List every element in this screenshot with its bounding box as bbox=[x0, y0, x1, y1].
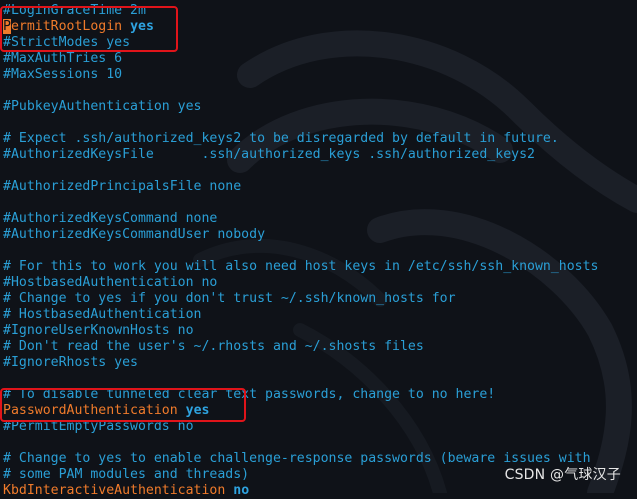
config-line: PermitRootLogin yes bbox=[3, 19, 154, 35]
config-line: #HostbasedAuthentication no bbox=[3, 275, 218, 290]
config-line: #AuthorizedPrincipalsFile none bbox=[3, 179, 242, 194]
config-line: # Change to yes if you don't trust ~/.ss… bbox=[3, 291, 456, 306]
directive-key: KbdInteractiveAuthentication bbox=[3, 483, 226, 498]
config-line: # HostbasedAuthentication bbox=[3, 307, 202, 322]
directive-key: ermitRootLogin bbox=[10, 19, 123, 34]
config-line: #MaxAuthTries 6 bbox=[3, 51, 123, 66]
config-line: # Expect .ssh/authorized_keys2 to be dis… bbox=[3, 131, 559, 146]
config-line: #AuthorizedKeysCommand none bbox=[3, 211, 218, 226]
config-line: #AuthorizedKeysFile .ssh/authorized_keys… bbox=[3, 147, 535, 162]
directive-value: yes bbox=[130, 19, 154, 34]
config-line: #LoginGraceTime 2m bbox=[3, 3, 146, 18]
config-line: # To disable tunneled clear text passwor… bbox=[3, 387, 496, 402]
config-line: # Don't read the user's ~/.rhosts and ~/… bbox=[3, 339, 424, 354]
config-line: #StrictModes yes bbox=[3, 35, 131, 50]
config-line: #IgnoreUserKnownHosts no bbox=[3, 323, 194, 338]
config-line: # some PAM modules and threads) bbox=[3, 467, 250, 482]
config-line: PasswordAuthentication yes bbox=[3, 403, 209, 419]
text-cursor: P bbox=[3, 19, 11, 34]
directive-key: PasswordAuthentication bbox=[3, 403, 178, 418]
config-line: #IgnoreRhosts yes bbox=[3, 355, 138, 370]
config-line: # Change to yes to enable challenge-resp… bbox=[3, 451, 591, 466]
csdn-watermark: CSDN @气球汉子 bbox=[504, 467, 621, 483]
config-line: KbdInteractiveAuthentication no bbox=[3, 483, 249, 499]
config-line: # For this to work you will also need ho… bbox=[3, 259, 599, 274]
directive-value: no bbox=[233, 483, 250, 498]
directive-value: yes bbox=[185, 403, 210, 418]
config-line: #PubkeyAuthentication yes bbox=[3, 99, 202, 114]
terminal-editor[interactable]: #LoginGraceTime 2m PermitRootLogin yes #St… bbox=[0, 0, 637, 498]
config-line: #AuthorizedKeysCommandUser nobody bbox=[3, 227, 266, 242]
config-line: #PermitEmptyPasswords no bbox=[3, 419, 194, 434]
config-line: #MaxSessions 10 bbox=[3, 67, 123, 82]
